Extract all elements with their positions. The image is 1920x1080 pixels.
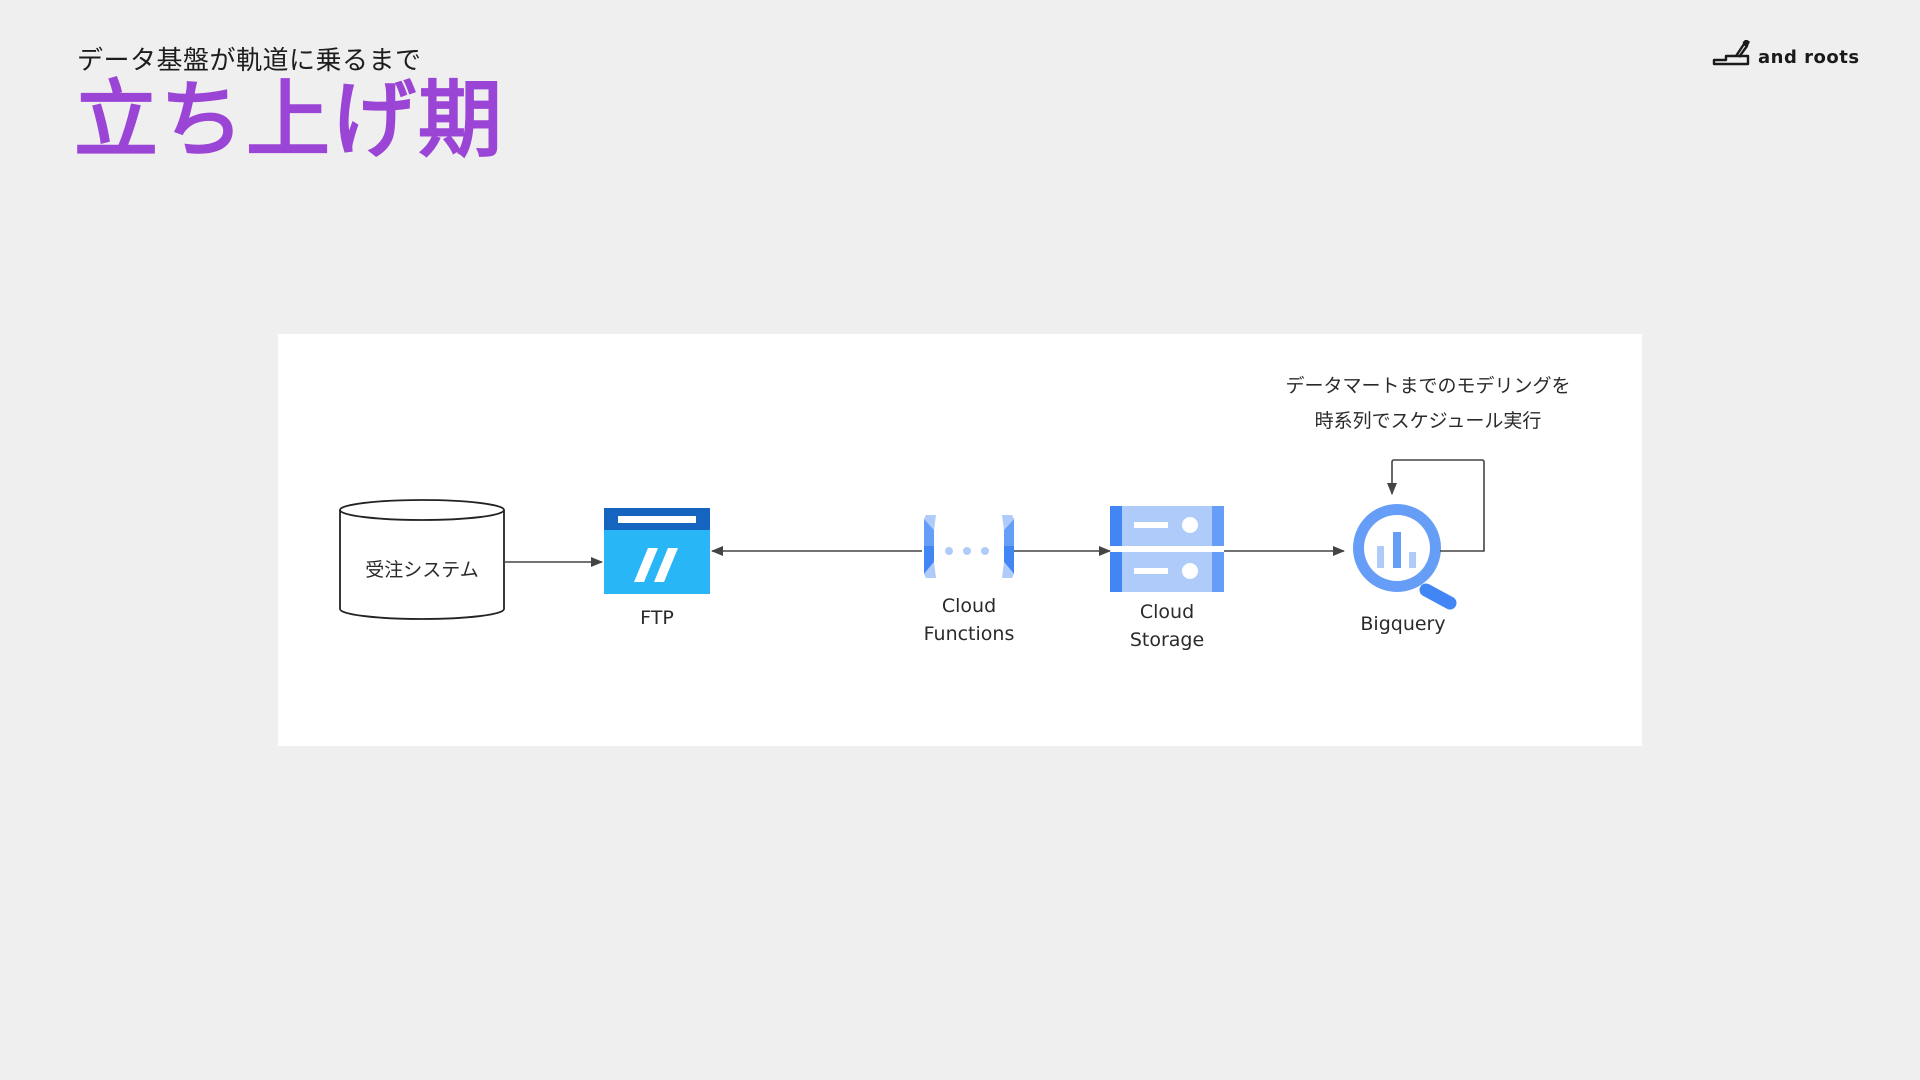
schedule-note-line1: データマートまでのモデリングを	[1285, 375, 1571, 397]
architecture-diagram: 受注システム FTP Cloud Functions Cloud Storage…	[278, 334, 1642, 746]
cloud-storage-icon	[1110, 506, 1224, 592]
cloud-storage-label-line1: Cloud	[1139, 601, 1195, 623]
cloud-storage-label-line2: Storage	[1129, 629, 1205, 651]
cloud-functions-label-line2: Functions	[923, 623, 1015, 645]
ftp-label: FTP	[640, 607, 674, 629]
bigquery-label: Bigquery	[1360, 613, 1446, 635]
ftp-icon	[604, 508, 710, 594]
schedule-note-line2: 時系列でスケジュール実行	[1314, 410, 1542, 432]
pen-tray-icon	[1712, 40, 1750, 66]
order-system-label: 受注システム	[365, 559, 479, 581]
page-title: 立ち上げ期	[74, 71, 505, 169]
cloud-functions-label-line1: Cloud	[941, 595, 997, 617]
cloud-functions-icon	[924, 515, 1014, 578]
brand-logo[interactable]: and roots	[1712, 40, 1860, 68]
bigquery-icon	[1353, 504, 1457, 610]
brand-name: and roots	[1758, 47, 1860, 68]
